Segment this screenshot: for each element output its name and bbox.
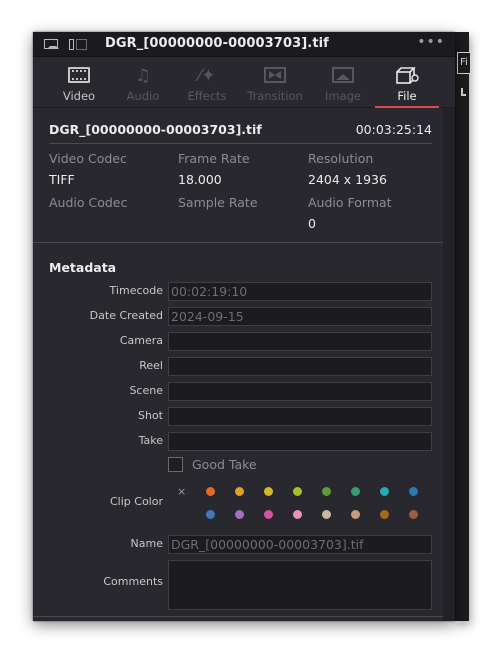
inspector-title: DGR_[00000000-00003703].tif	[105, 36, 329, 51]
tab-file-label: File	[397, 89, 417, 103]
clip-color-swatch[interactable]	[235, 510, 244, 519]
bottom-divider	[33, 616, 443, 617]
good-take-label: Good Take	[192, 457, 257, 472]
more-options-icon[interactable]: •••	[417, 34, 445, 50]
clip-color-swatch[interactable]	[409, 510, 418, 519]
clip-color-swatch[interactable]	[206, 510, 215, 519]
comments-field[interactable]	[168, 560, 432, 610]
good-take-checkbox[interactable]	[168, 457, 183, 472]
tab-audio[interactable]: ♫ Audio	[109, 58, 177, 108]
timecode-field[interactable]	[168, 282, 432, 301]
split-view-icon[interactable]	[69, 39, 87, 50]
tab-file[interactable]: File	[375, 58, 439, 108]
clip-color-swatch[interactable]	[293, 487, 302, 496]
file-name: DGR_[00000000-00003703].tif	[49, 122, 262, 137]
reel-field[interactable]	[168, 357, 432, 376]
clip-color-swatch[interactable]	[264, 510, 273, 519]
adjacent-panel-button[interactable]: Fi	[457, 52, 471, 74]
clear-color-icon[interactable]: ×	[177, 485, 186, 498]
tab-effects-label: Effects	[187, 89, 227, 103]
clip-color-label: Clip Color	[110, 495, 163, 508]
clip-color-swatch[interactable]	[322, 510, 331, 519]
camera-field[interactable]	[168, 332, 432, 351]
audio-format-value: 0	[308, 216, 316, 231]
shot-field[interactable]	[168, 407, 432, 426]
audio-format-label: Audio Format	[308, 195, 392, 210]
take-label: Take	[138, 434, 163, 447]
scene-field[interactable]	[168, 382, 432, 401]
divider	[49, 143, 432, 144]
clip-color-swatch[interactable]	[264, 487, 273, 496]
name-field[interactable]	[168, 535, 432, 554]
adjacent-panel	[455, 32, 469, 621]
file-icon	[395, 67, 419, 89]
tab-image[interactable]: Image	[309, 58, 377, 108]
adjacent-panel-corner	[461, 88, 466, 96]
film-icon	[68, 67, 90, 83]
inspector-titlebar: DGR_[00000000-00003703].tif •••	[33, 32, 455, 57]
timecode-label: Timecode	[109, 284, 163, 297]
section-divider	[33, 242, 443, 243]
inspector-tabs: Video ♫ Audio ⁄✦ Effects Transition Imag…	[33, 58, 455, 108]
clip-color-swatch[interactable]	[206, 487, 215, 496]
file-duration: 00:03:25:14	[355, 122, 432, 137]
date-created-label: Date Created	[89, 309, 163, 322]
clip-color-swatch[interactable]	[351, 510, 360, 519]
video-codec-value: TIFF	[49, 172, 75, 187]
tab-video-label: Video	[62, 89, 96, 103]
frame-rate-value: 18.000	[178, 172, 222, 187]
tab-effects[interactable]: ⁄✦ Effects	[173, 58, 241, 108]
tab-transition[interactable]: Transition	[241, 58, 309, 108]
comments-label: Comments	[103, 575, 163, 588]
reel-label: Reel	[139, 359, 163, 372]
clip-color-swatch[interactable]	[409, 487, 418, 496]
camera-label: Camera	[119, 334, 163, 347]
image-view-icon[interactable]	[44, 39, 59, 49]
clip-color-swatch[interactable]	[351, 487, 360, 496]
image-icon	[332, 67, 354, 83]
clip-color-swatch[interactable]	[322, 487, 331, 496]
resolution-label: Resolution	[308, 151, 374, 166]
metadata-title: Metadata	[49, 260, 117, 275]
inspector-panel: DGR_[00000000-00003703].tif ••• Video ♫ …	[33, 32, 455, 621]
tab-video[interactable]: Video	[45, 58, 113, 108]
clip-color-swatch[interactable]	[380, 487, 389, 496]
clip-color-swatch[interactable]	[293, 510, 302, 519]
name-label: Name	[130, 537, 163, 550]
music-note-icon: ♫	[135, 66, 151, 86]
scrollbar[interactable]	[443, 108, 455, 621]
resolution-value: 2404 x 1936	[308, 172, 387, 187]
video-codec-label: Video Codec	[49, 151, 127, 166]
shot-label: Shot	[138, 409, 163, 422]
tab-audio-label: Audio	[126, 89, 160, 103]
magic-wand-icon: ⁄✦	[198, 66, 216, 86]
tab-image-label: Image	[324, 89, 362, 103]
sample-rate-label: Sample Rate	[178, 195, 258, 210]
clip-color-swatch[interactable]	[380, 510, 389, 519]
take-field[interactable]	[168, 432, 432, 451]
date-created-field[interactable]	[168, 307, 432, 326]
transition-icon	[264, 67, 286, 83]
clip-color-swatch[interactable]	[235, 487, 244, 496]
frame-rate-label: Frame Rate	[178, 151, 250, 166]
tab-transition-label: Transition	[247, 89, 303, 103]
scene-label: Scene	[129, 384, 163, 397]
audio-codec-label: Audio Codec	[49, 195, 128, 210]
